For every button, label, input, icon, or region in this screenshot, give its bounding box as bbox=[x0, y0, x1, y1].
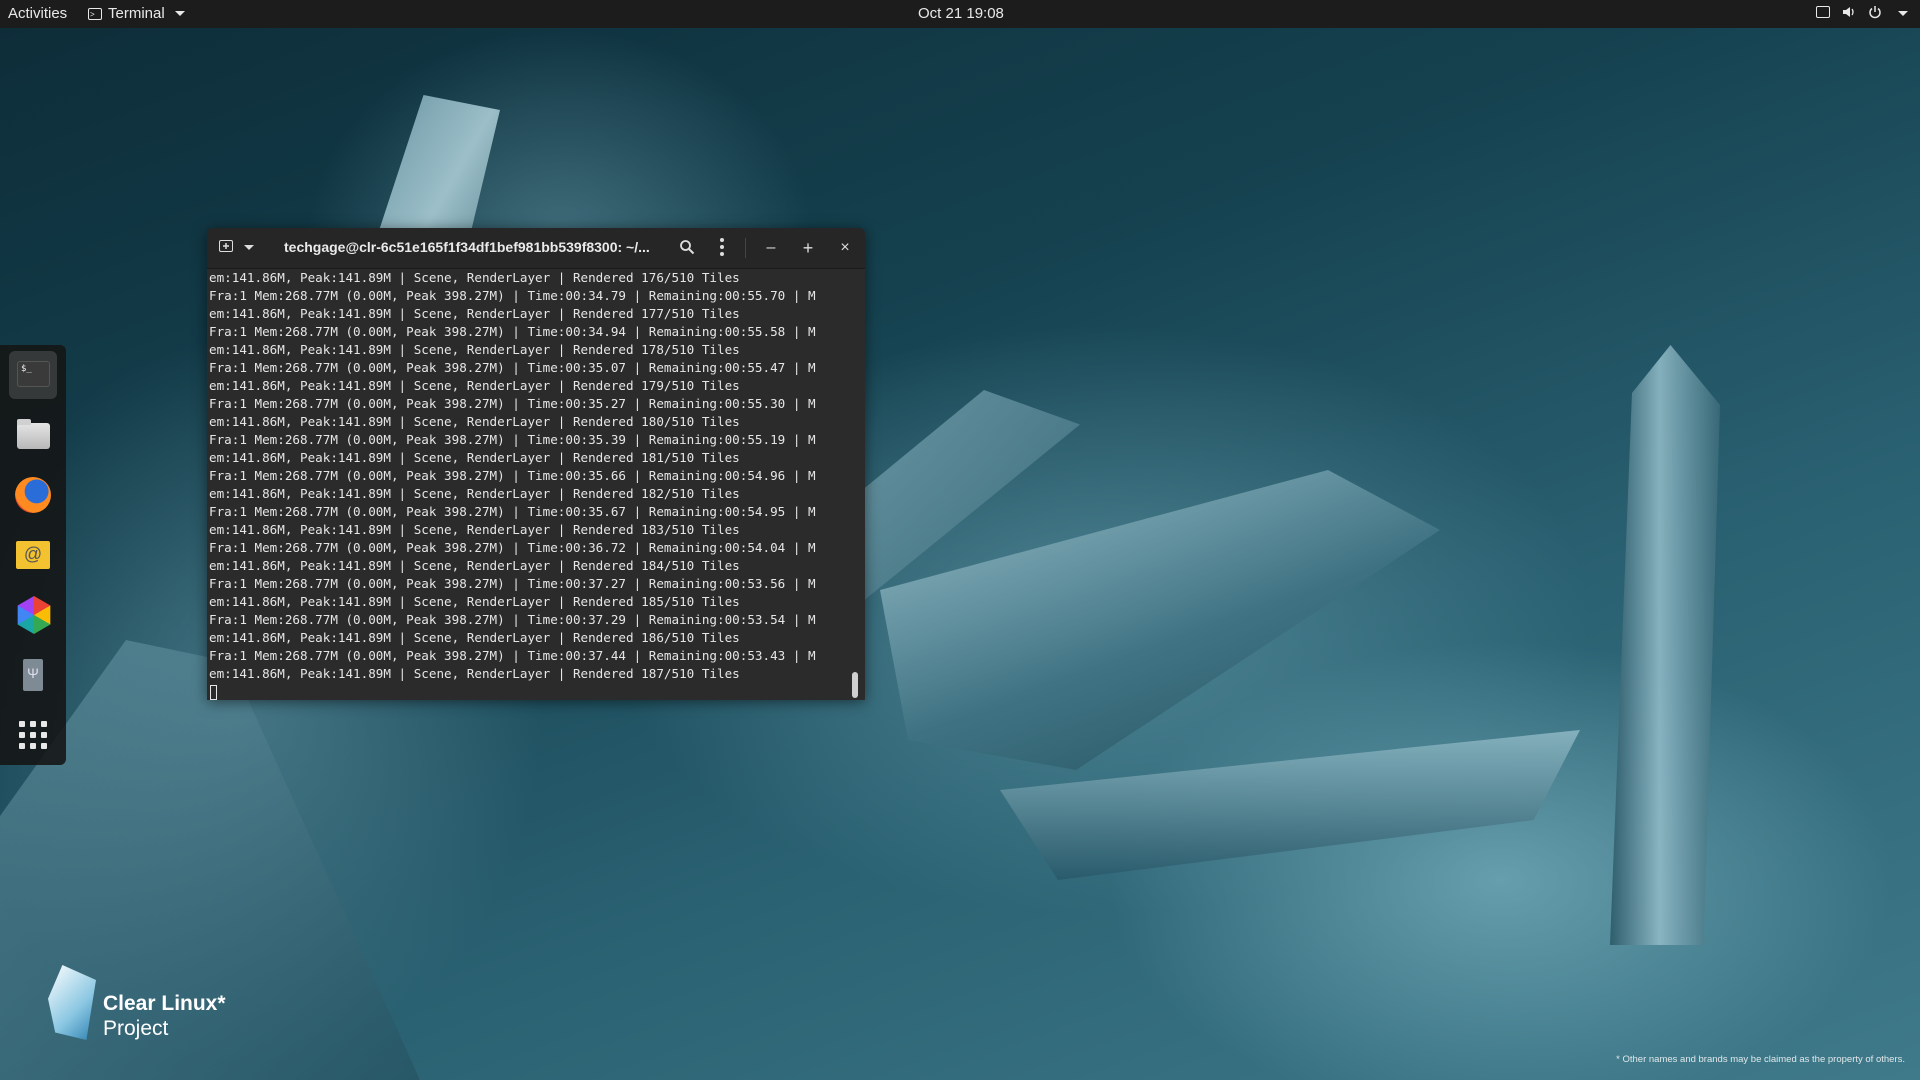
terminal-line: em:141.86M, Peak:141.89M | Scene, Render… bbox=[209, 450, 740, 465]
dock-item-mail[interactable]: @ bbox=[9, 531, 57, 579]
terminal-output[interactable]: em:141.86M, Peak:141.89M | Scene, Render… bbox=[207, 269, 857, 700]
window-title: techgage@clr-6c51e165f1f34df1bef981bb539… bbox=[284, 239, 650, 255]
terminal-line: Fra:1 Mem:268.77M (0.00M, Peak 398.27M) … bbox=[209, 360, 816, 375]
terminal-line: em:141.86M, Peak:141.89M | Scene, Render… bbox=[209, 270, 740, 285]
usb-icon: Ψ bbox=[23, 659, 43, 691]
new-tab-icon[interactable] bbox=[219, 240, 235, 254]
terminal-line: em:141.86M, Peak:141.89M | Scene, Render… bbox=[209, 306, 740, 321]
trademark-disclaimer: * Other names and brands may be claimed … bbox=[1616, 1054, 1905, 1065]
terminal-line: em:141.86M, Peak:141.89M | Scene, Render… bbox=[209, 522, 740, 537]
terminal-header[interactable]: techgage@clr-6c51e165f1f34df1bef981bb539… bbox=[207, 228, 865, 269]
terminal-line: em:141.86M, Peak:141.89M | Scene, Render… bbox=[209, 558, 740, 573]
app-menu-label: Terminal bbox=[108, 5, 165, 22]
terminal-icon: > bbox=[88, 7, 102, 20]
activities-button[interactable]: Activities bbox=[8, 5, 67, 22]
terminal-window[interactable]: techgage@clr-6c51e165f1f34df1bef981bb539… bbox=[207, 228, 865, 700]
clock[interactable]: Oct 21 19:08 bbox=[918, 5, 1004, 22]
terminal-line: em:141.86M, Peak:141.89M | Scene, Render… bbox=[209, 486, 740, 501]
dock-item-firefox[interactable] bbox=[9, 471, 57, 519]
terminal-line: em:141.86M, Peak:141.89M | Scene, Render… bbox=[209, 630, 740, 645]
photos-icon bbox=[17, 596, 51, 634]
terminal-line: Fra:1 Mem:268.77M (0.00M, Peak 398.27M) … bbox=[209, 576, 816, 591]
clear-linux-logo-mark bbox=[48, 965, 96, 1040]
dock-item-photos[interactable] bbox=[9, 591, 57, 639]
terminal-line: Fra:1 Mem:268.77M (0.00M, Peak 398.27M) … bbox=[209, 432, 816, 447]
screen-icon[interactable] bbox=[1816, 6, 1830, 18]
search-icon[interactable] bbox=[679, 239, 695, 255]
wallpaper-crystal bbox=[1610, 345, 1720, 945]
terminal-line: Fra:1 Mem:268.77M (0.00M, Peak 398.27M) … bbox=[209, 396, 816, 411]
top-bar: Activities > Terminal Oct 21 19:08 bbox=[0, 0, 1920, 28]
terminal-line: em:141.86M, Peak:141.89M | Scene, Render… bbox=[209, 594, 740, 609]
minimize-icon[interactable]: – bbox=[762, 239, 780, 257]
terminal-line: Fra:1 Mem:268.77M (0.00M, Peak 398.27M) … bbox=[209, 648, 816, 663]
terminal-line: Fra:1 Mem:268.77M (0.00M, Peak 398.27M) … bbox=[209, 288, 816, 303]
terminal-line: em:141.86M, Peak:141.89M | Scene, Render… bbox=[209, 414, 740, 429]
app-menu[interactable]: > Terminal bbox=[88, 5, 185, 22]
system-tray[interactable] bbox=[1816, 5, 1908, 19]
terminal-line: Fra:1 Mem:268.77M (0.00M, Peak 398.27M) … bbox=[209, 504, 816, 519]
dropdown-icon[interactable] bbox=[244, 245, 254, 250]
firefox-icon bbox=[15, 477, 51, 513]
dock-item-terminal[interactable]: $_ bbox=[9, 351, 57, 399]
terminal-icon: $_ bbox=[17, 361, 50, 387]
chevron-down-icon bbox=[174, 11, 185, 16]
volume-icon[interactable] bbox=[1842, 5, 1856, 19]
terminal-prompt[interactable] bbox=[209, 683, 857, 700]
terminal-line: em:141.86M, Peak:141.89M | Scene, Render… bbox=[209, 342, 740, 357]
terminal-line: Fra:1 Mem:268.77M (0.00M, Peak 398.27M) … bbox=[209, 324, 816, 339]
terminal-line: em:141.86M, Peak:141.89M | Scene, Render… bbox=[209, 378, 740, 393]
terminal-line: em:141.86M, Peak:141.89M | Scene, Render… bbox=[209, 666, 740, 681]
power-icon[interactable] bbox=[1868, 5, 1882, 19]
menu-icon[interactable] bbox=[719, 238, 725, 258]
dock-item-usb-drive[interactable]: Ψ bbox=[9, 651, 57, 699]
terminal-line: Fra:1 Mem:268.77M (0.00M, Peak 398.27M) … bbox=[209, 468, 816, 483]
dock-item-files[interactable] bbox=[9, 411, 57, 459]
brand-name: Clear Linux* bbox=[103, 992, 226, 1015]
mail-icon: @ bbox=[16, 541, 50, 569]
folder-icon bbox=[17, 419, 50, 449]
text-cursor bbox=[210, 685, 217, 700]
dock-item-show-applications[interactable] bbox=[9, 711, 57, 759]
dock: $_ @ Ψ bbox=[0, 345, 66, 765]
clear-linux-logo: Clear Linux* Project bbox=[48, 965, 248, 1040]
maximize-icon[interactable]: + bbox=[799, 239, 817, 257]
terminal-scrollbar[interactable] bbox=[852, 672, 858, 698]
header-divider bbox=[745, 238, 746, 258]
chevron-down-icon[interactable] bbox=[1898, 11, 1908, 16]
brand-subtitle: Project bbox=[103, 1017, 169, 1040]
grid-icon bbox=[19, 721, 47, 749]
close-icon[interactable]: × bbox=[836, 239, 854, 257]
terminal-line: Fra:1 Mem:268.77M (0.00M, Peak 398.27M) … bbox=[209, 612, 816, 627]
terminal-line: Fra:1 Mem:268.77M (0.00M, Peak 398.27M) … bbox=[209, 540, 816, 555]
